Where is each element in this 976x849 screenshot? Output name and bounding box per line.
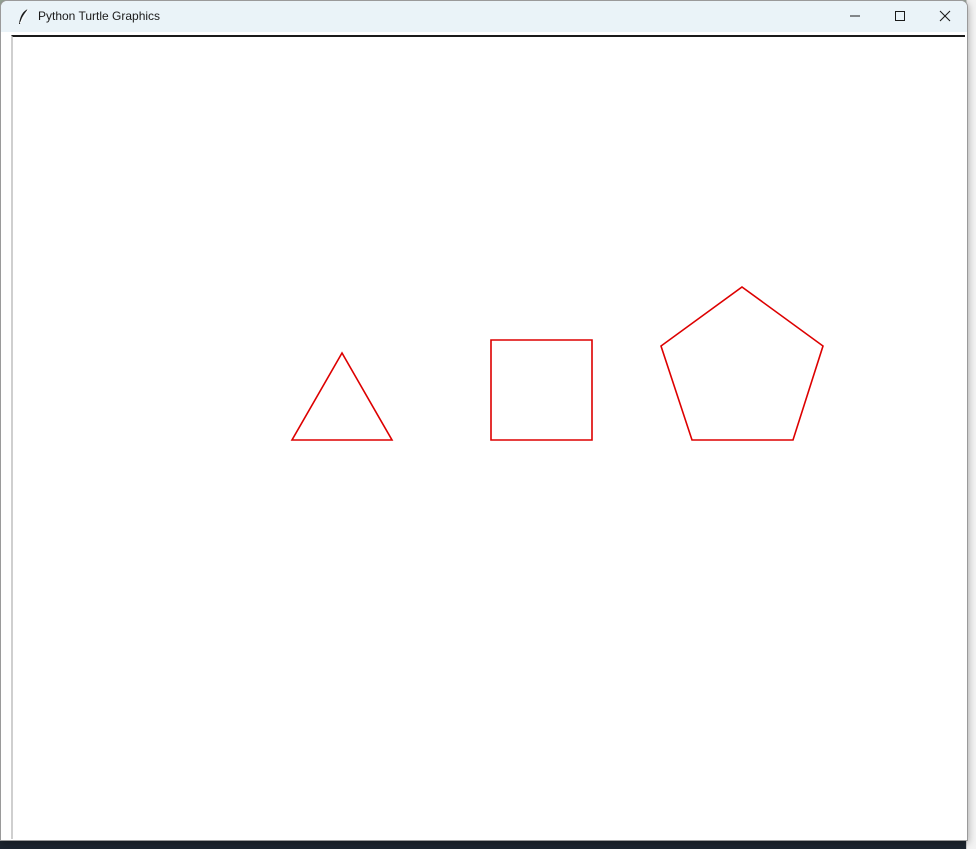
maximize-button[interactable] (877, 1, 923, 32)
turtle-drawing (290, 286, 824, 441)
title-bar[interactable]: Python Turtle Graphics (1, 1, 967, 32)
close-icon (939, 10, 951, 22)
square-shape (490, 339, 593, 441)
turtle-canvas[interactable] (11, 35, 965, 839)
triangle-shape (290, 351, 394, 441)
feather-icon (17, 8, 31, 26)
turtle-window: Python Turtle Graphics (0, 0, 968, 841)
maximize-icon (895, 11, 905, 21)
pentagon-shape (660, 286, 824, 441)
minimize-icon (850, 15, 860, 17)
minimize-button[interactable] (832, 1, 878, 32)
window-title: Python Turtle Graphics (38, 9, 161, 23)
close-button[interactable] (922, 1, 967, 32)
